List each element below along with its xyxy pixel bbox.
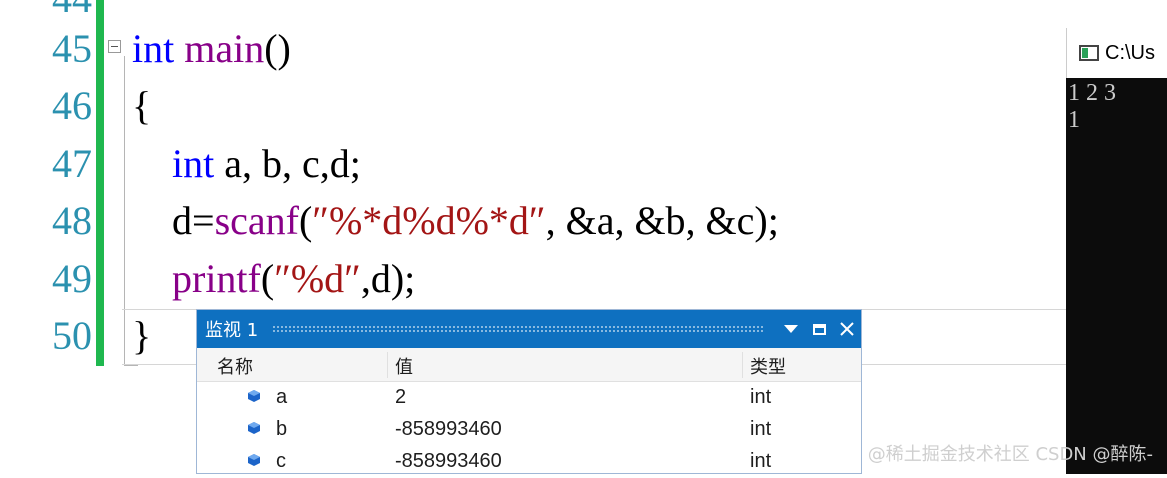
drag-grip[interactable] — [272, 325, 765, 333]
code-text: a, b, c,d; — [214, 141, 361, 186]
watch-value-cell[interactable]: -858993460 — [395, 418, 502, 441]
line-number: 45 — [52, 26, 92, 71]
close-icon — [840, 322, 854, 336]
maximize-button[interactable] — [805, 310, 833, 348]
variable-cube-icon — [247, 389, 261, 403]
watch-window[interactable]: 监视 1 名称 值 类型 a 2 int b -858993460 int c … — [196, 309, 862, 474]
keyword: int — [132, 26, 175, 71]
collapse-toggle-icon[interactable] — [108, 40, 121, 53]
line-number: 48 — [52, 198, 92, 243]
watch-type-cell: int — [750, 386, 772, 408]
column-header-type[interactable]: 类型 — [750, 353, 786, 379]
console-titlebar[interactable]: C:\Us — [1066, 28, 1167, 78]
code-text: ( — [298, 198, 313, 243]
code-text: d= — [132, 198, 215, 243]
variable-cube-icon — [247, 421, 261, 435]
table-row[interactable]: c -858993460 int — [197, 446, 861, 478]
watch-value-cell[interactable]: -858993460 — [395, 450, 502, 473]
code-text: , &a, &b, &c); — [545, 198, 779, 243]
watch-value-cell[interactable]: 2 — [395, 386, 406, 409]
watch-name-cell[interactable]: a — [276, 386, 287, 409]
code-line-49[interactable]: printf(″%d″,d); — [132, 250, 415, 308]
code-text: } — [132, 313, 152, 358]
table-row[interactable]: a 2 int — [197, 382, 861, 414]
code-line-47[interactable]: int a, b, c,d; — [132, 135, 361, 193]
function-name: scanf — [214, 198, 299, 243]
variable-cube-icon — [247, 453, 261, 467]
column-header-value[interactable]: 值 — [395, 353, 413, 379]
console-title: C:\Us — [1105, 41, 1155, 64]
line-number: 47 — [52, 141, 92, 186]
watch-column-headers: 名称 值 类型 — [197, 348, 861, 382]
column-separator[interactable] — [742, 352, 743, 378]
close-button[interactable] — [833, 310, 861, 348]
console-window[interactable]: C:\Us 1 2 3 1 — [1066, 28, 1167, 474]
code-text: () — [264, 26, 291, 71]
watermark: @稀土掘金技术社区 CSDN @醉陈- — [867, 444, 1153, 465]
watch-name-cell[interactable]: c — [276, 450, 286, 473]
outline-guide-end — [124, 365, 138, 366]
change-tracking-bar — [96, 0, 104, 366]
code-line-45[interactable]: int main() — [132, 20, 291, 78]
line-number: 46 — [52, 83, 92, 128]
function-name: main — [174, 26, 265, 71]
keyword: int — [172, 141, 215, 186]
column-separator[interactable] — [387, 352, 388, 378]
console-output-line: 1 2 3 — [1068, 80, 1116, 106]
line-number: 50 — [52, 313, 92, 358]
string-literal: ″%*d%d%*d″ — [312, 198, 546, 243]
code-line-46[interactable]: { — [132, 77, 151, 135]
code-line-50[interactable]: } — [132, 307, 151, 365]
maximize-icon — [812, 323, 826, 335]
function-name: printf — [172, 256, 261, 301]
console-output-line: 1 — [1068, 107, 1080, 133]
watch-type-cell: int — [750, 418, 772, 440]
string-literal: ″%d″ — [274, 256, 361, 301]
watch-titlebar[interactable]: 监视 1 — [197, 310, 861, 348]
code-line-48[interactable]: d=scanf(″%*d%d%*d″, &a, &b, &c); — [132, 192, 779, 250]
code-text: ( — [260, 256, 275, 301]
line-number: 49 — [52, 256, 92, 301]
window-position-dropdown-button[interactable] — [777, 310, 805, 348]
column-header-name[interactable]: 名称 — [217, 353, 253, 379]
chevron-down-icon — [784, 325, 798, 333]
table-row[interactable]: b -858993460 int — [197, 414, 861, 446]
code-text: { — [132, 83, 152, 128]
watch-type-cell: int — [750, 450, 772, 472]
watch-name-cell[interactable]: b — [276, 418, 287, 441]
console-output: 1 2 3 1 — [1068, 80, 1116, 134]
watch-title: 监视 1 — [205, 320, 259, 341]
code-text: ,d); — [360, 256, 416, 301]
console-app-icon — [1079, 45, 1099, 61]
